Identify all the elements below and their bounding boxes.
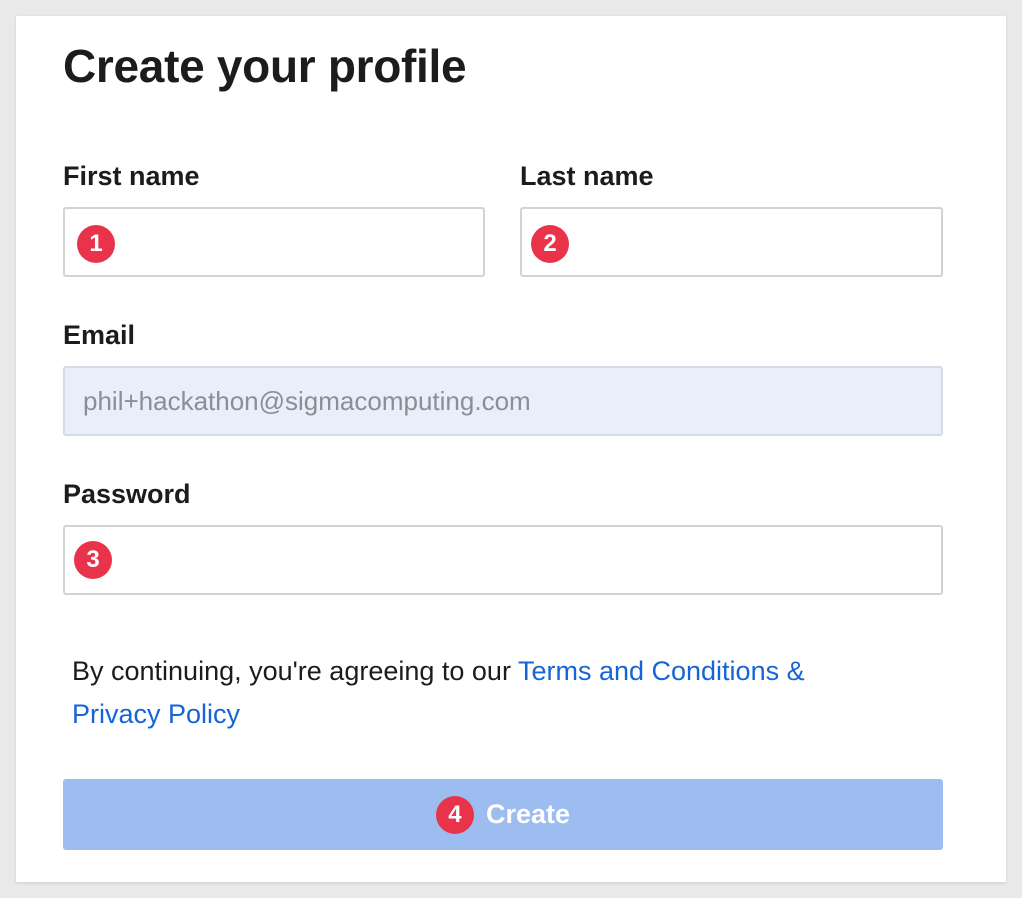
password-label: Password [63,479,191,509]
terms-link[interactable]: Terms and Conditions & [518,656,805,686]
create-button[interactable]: 4 Create [63,779,943,850]
create-button-content: 4 Create [435,795,571,834]
first-name-label: First name [63,161,200,191]
last-name-input[interactable] [520,207,943,277]
privacy-link[interactable]: Privacy Policy [72,699,240,729]
email-input[interactable] [63,366,943,436]
step-badge-4: 4 [435,795,474,834]
create-button-label: Create [485,799,571,829]
page-title: Create your profile [63,40,467,92]
last-name-label: Last name [520,161,654,191]
profile-card: Create your profile First name 1 Last na… [16,16,1006,882]
email-label: Email [63,320,136,350]
first-name-input[interactable] [63,207,485,277]
legal-notice: By continuing, you're agreeing to our Te… [72,650,932,736]
legal-text: By continuing, you're agreeing to our [72,656,518,686]
password-input[interactable] [63,525,943,595]
